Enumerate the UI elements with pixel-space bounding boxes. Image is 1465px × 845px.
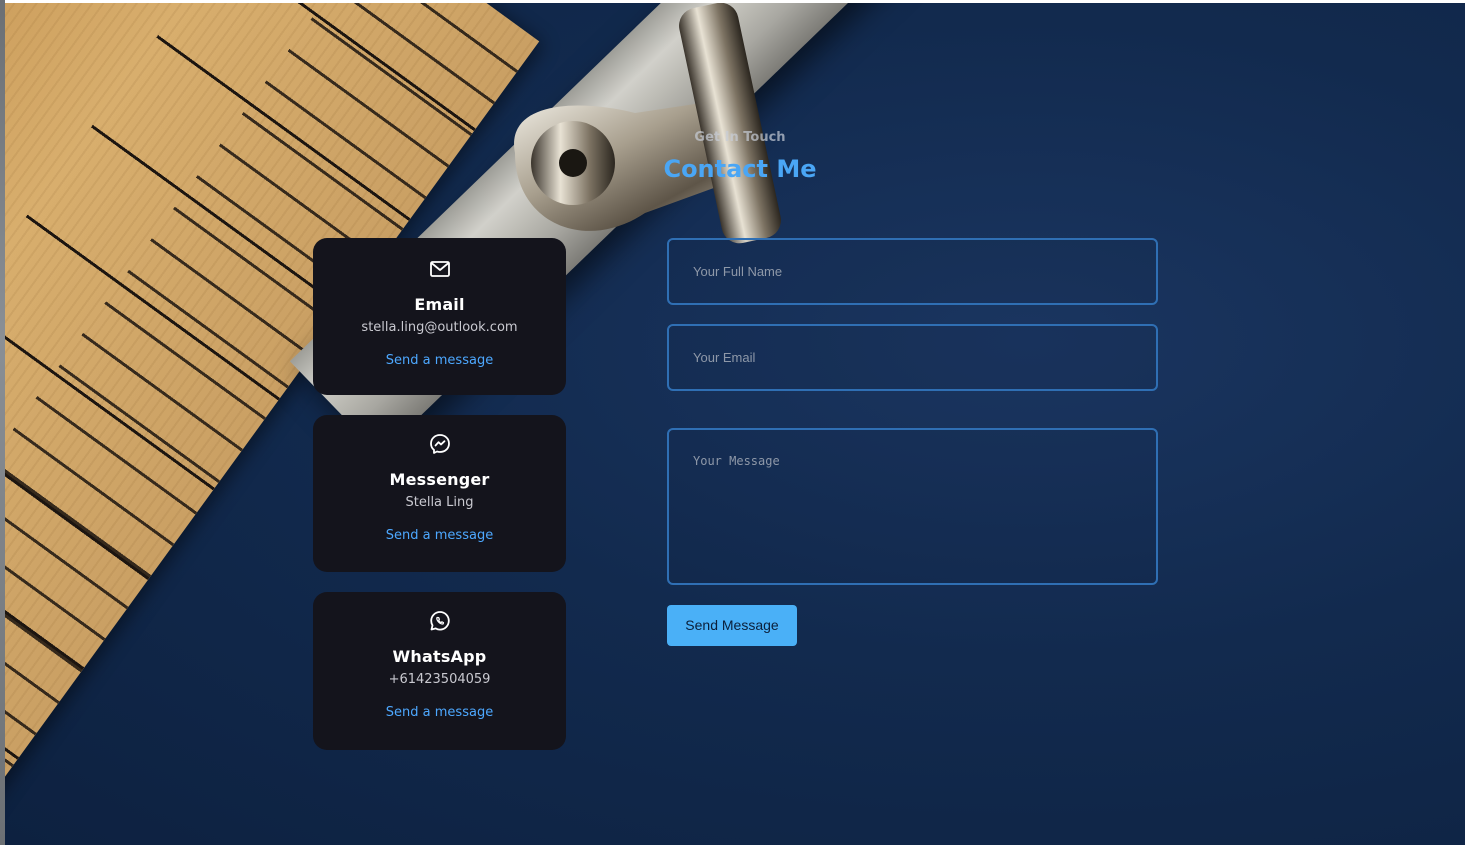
email-card: Email stella.ling@outlook.com Send a mes… — [313, 238, 566, 395]
email-send-message-link[interactable]: Send a message — [386, 353, 493, 368]
binder-clip-background-image — [514, 3, 781, 244]
whatsapp-number: +61423504059 — [388, 672, 491, 687]
messenger-card-title: Messenger — [389, 470, 490, 489]
messenger-card: Messenger Stella Ling Send a message — [313, 415, 566, 572]
send-message-button[interactable]: Send Message — [667, 605, 797, 646]
contact-section: Get In Touch Contact Me Email stella.lin… — [5, 3, 1465, 845]
whatsapp-send-message-link[interactable]: Send a message — [386, 705, 493, 720]
email-card-title: Email — [414, 295, 465, 314]
whatsapp-card: WhatsApp +61423504059 Send a message — [313, 592, 566, 750]
mail-icon — [428, 257, 452, 281]
whatsapp-card-title: WhatsApp — [392, 647, 487, 666]
email-input[interactable]: Your Email — [667, 324, 1158, 391]
messenger-username: Stella Ling — [405, 495, 474, 510]
messenger-icon — [428, 432, 452, 456]
messenger-send-message-link[interactable]: Send a message — [386, 528, 493, 543]
full-name-input[interactable]: Your Full Name — [667, 238, 1158, 305]
whatsapp-icon — [428, 609, 452, 633]
email-address: stella.ling@outlook.com — [361, 320, 518, 335]
section-subtitle: Get In Touch — [694, 130, 786, 145]
section-title: Contact Me — [663, 155, 817, 183]
message-textarea[interactable]: Your Message — [667, 428, 1158, 585]
